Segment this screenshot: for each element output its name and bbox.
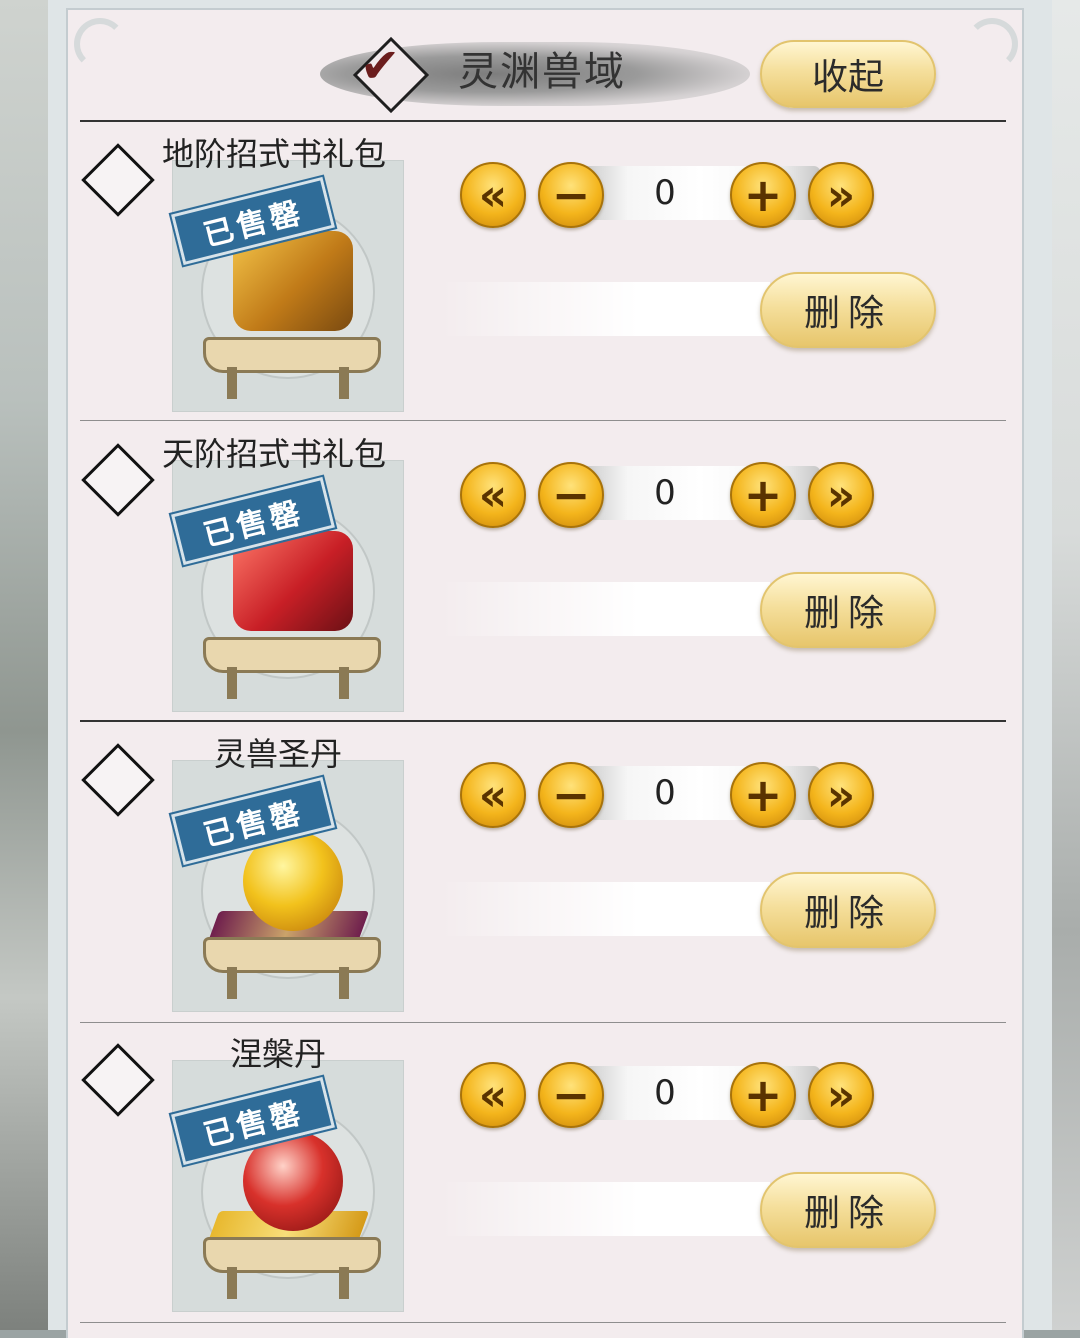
max-quantity-button[interactable]: » bbox=[808, 462, 874, 528]
background-scenery-left bbox=[0, 0, 48, 1330]
stand-leg bbox=[339, 667, 349, 699]
increase-button[interactable]: + bbox=[730, 162, 796, 228]
min-quantity-button[interactable]: « bbox=[460, 162, 526, 228]
row-divider bbox=[80, 420, 1006, 421]
item-select-checkbox[interactable] bbox=[81, 743, 155, 817]
item-name: 天阶招式书礼包 bbox=[162, 435, 387, 473]
item-info-bar bbox=[440, 1182, 770, 1236]
decrease-button[interactable]: − bbox=[538, 462, 604, 528]
delete-button[interactable]: 删除 bbox=[760, 1172, 936, 1248]
min-quantity-button[interactable]: « bbox=[460, 462, 526, 528]
quantity-value: 0 bbox=[654, 773, 676, 813]
item-info-bar bbox=[440, 282, 770, 336]
item-thumbnail[interactable]: 已售罄 bbox=[168, 460, 404, 712]
checkmark-icon: ✔ bbox=[360, 38, 401, 94]
item-select-checkbox[interactable] bbox=[81, 443, 155, 517]
row-divider bbox=[80, 720, 1006, 722]
item-info-bar bbox=[440, 882, 770, 936]
min-quantity-button[interactable]: « bbox=[460, 762, 526, 828]
stand-leg bbox=[339, 1267, 349, 1299]
item-name: 涅槃丹 bbox=[230, 1035, 327, 1073]
category-title: 灵渊兽域 bbox=[458, 49, 626, 95]
item-thumbnail[interactable]: 已售罄 bbox=[168, 160, 404, 412]
list-item: 已售罄 灵兽圣丹 0 « − + » 删除 bbox=[80, 730, 1010, 1030]
decrease-button[interactable]: − bbox=[538, 162, 604, 228]
background-scenery-right bbox=[1050, 0, 1080, 1330]
list-item: 已售罄 天阶招式书礼包 0 « − + » 删除 bbox=[80, 430, 1010, 730]
stand-leg bbox=[227, 967, 237, 999]
stand-leg bbox=[339, 967, 349, 999]
delete-button[interactable]: 删除 bbox=[760, 572, 936, 648]
row-divider bbox=[80, 1022, 1006, 1023]
corner-ornament-icon bbox=[74, 18, 126, 70]
stand-leg bbox=[227, 367, 237, 399]
decrease-button[interactable]: − bbox=[538, 1062, 604, 1128]
list-item: 已售罄 涅槃丹 0 « − + » 删除 bbox=[80, 1030, 1010, 1330]
increase-button[interactable]: + bbox=[730, 1062, 796, 1128]
item-select-checkbox[interactable] bbox=[81, 143, 155, 217]
item-thumbnail[interactable]: 已售罄 bbox=[168, 760, 404, 1012]
corner-ornament-icon bbox=[966, 18, 1018, 70]
max-quantity-button[interactable]: » bbox=[808, 1062, 874, 1128]
collapse-button[interactable]: 收起 bbox=[760, 40, 936, 108]
delete-button[interactable]: 删除 bbox=[760, 872, 936, 948]
max-quantity-button[interactable]: » bbox=[808, 162, 874, 228]
increase-button[interactable]: + bbox=[730, 462, 796, 528]
max-quantity-button[interactable]: » bbox=[808, 762, 874, 828]
list-item: 已售罄 地阶招式书礼包 0 « − + » 删除 bbox=[80, 130, 1010, 430]
decrease-button[interactable]: − bbox=[538, 762, 604, 828]
item-name: 灵兽圣丹 bbox=[214, 735, 343, 773]
stand-leg bbox=[227, 1267, 237, 1299]
min-quantity-button[interactable]: « bbox=[460, 1062, 526, 1128]
stand-leg bbox=[339, 367, 349, 399]
quantity-value: 0 bbox=[654, 173, 676, 213]
row-divider bbox=[80, 1322, 1006, 1323]
increase-button[interactable]: + bbox=[730, 762, 796, 828]
item-name: 地阶招式书礼包 bbox=[162, 135, 387, 173]
item-select-checkbox[interactable] bbox=[81, 1043, 155, 1117]
quantity-value: 0 bbox=[654, 1073, 676, 1113]
item-info-bar bbox=[440, 582, 770, 636]
item-thumbnail[interactable]: 已售罄 bbox=[168, 1060, 404, 1312]
header-divider bbox=[80, 120, 1006, 122]
delete-button[interactable]: 删除 bbox=[760, 272, 936, 348]
stand-leg bbox=[227, 667, 237, 699]
quantity-value: 0 bbox=[654, 473, 676, 513]
